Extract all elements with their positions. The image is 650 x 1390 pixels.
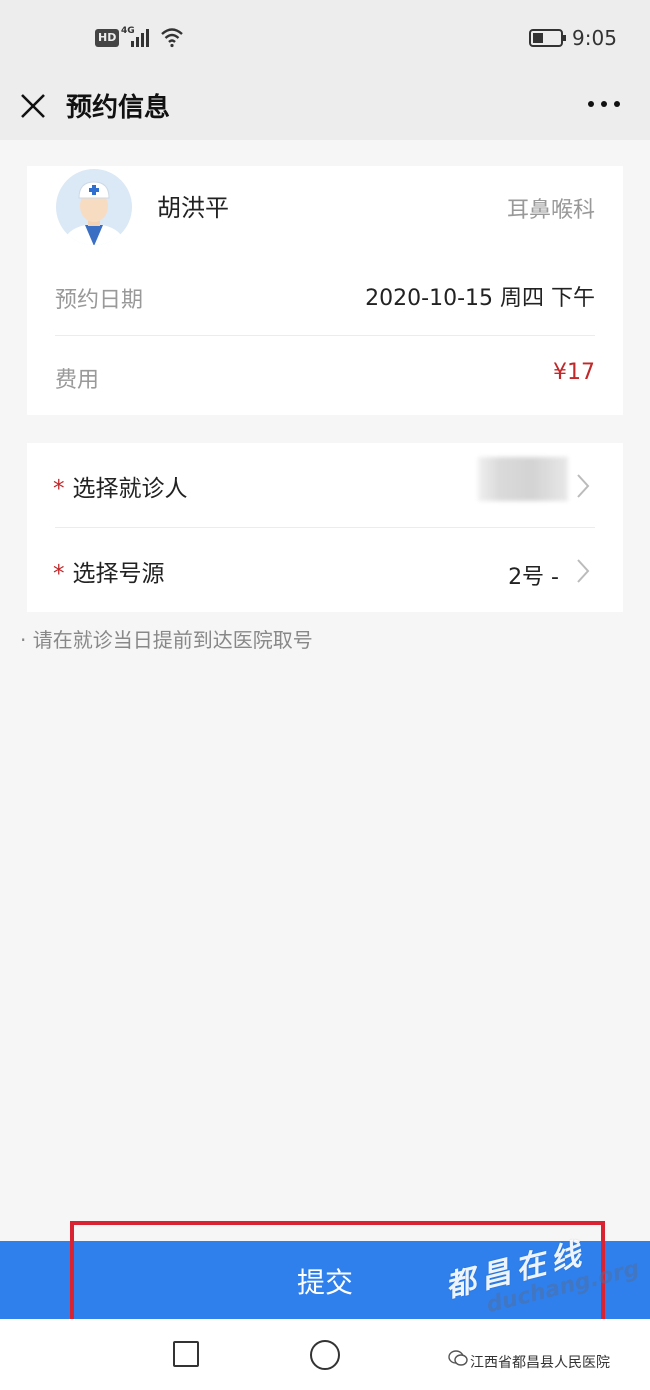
wifi-icon [161,28,183,48]
fee-label: 费用 [55,368,100,393]
wechat-logo-icon [448,1350,468,1366]
required-mark: * [53,476,65,502]
date-label: 预约日期 [55,288,144,313]
selection-card: * 选择就诊人 * 选择号源 2号 - [27,443,623,612]
home-icon[interactable] [310,1340,340,1370]
recent-apps-icon[interactable] [173,1341,199,1367]
status-bar: HD 4G 9:05 [0,0,650,74]
doctor-name: 胡洪平 [157,194,229,222]
select-patient-row[interactable]: * 选择就诊人 [53,469,188,503]
doctor-avatar [56,169,132,245]
chevron-right-icon[interactable] [575,472,591,500]
notice-text: · 请在就诊当日提前到达医院取号 [20,628,313,652]
select-source-row[interactable]: * 选择号源 [53,554,165,588]
close-icon[interactable] [18,91,48,121]
select-source-label: 选择号源 [72,561,165,587]
page-title: 预约信息 [66,93,171,123]
date-value: 2020-10-15 周四 下午 [365,286,595,311]
appointment-card: 胡洪平 耳鼻喉科 预约日期 2020-10-15 周四 下午 费用 ¥17 [27,166,623,415]
hd-badge: HD [95,29,120,47]
more-dots-icon[interactable] [586,98,622,110]
watermark-footer: 江西省都昌县人民医院 [470,1355,610,1371]
divider [55,527,595,528]
select-patient-label: 选择就诊人 [72,476,188,502]
battery-icon [529,29,566,47]
fee-value: ¥17 [553,360,595,385]
signal-icon [131,29,149,47]
department: 耳鼻喉科 [506,198,595,223]
clock: 9:05 [572,26,617,50]
required-mark: * [53,561,65,587]
patient-name-redacted [478,457,568,501]
nav-bar: 预约信息 [0,74,650,140]
chevron-right-icon[interactable] [575,557,591,585]
source-value[interactable]: 2号 - [508,559,559,591]
divider [55,335,595,336]
